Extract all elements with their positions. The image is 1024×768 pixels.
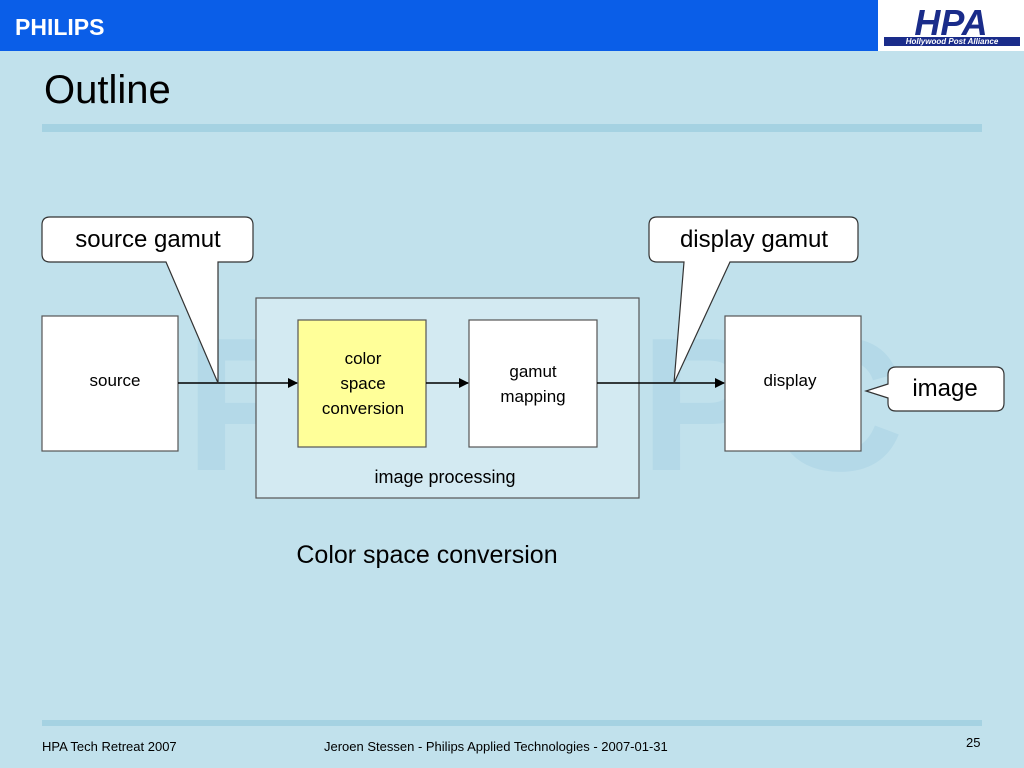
footer-event: HPA Tech Retreat 2007 — [42, 739, 177, 754]
footer-author: Jeroen Stessen - Philips Applied Technol… — [324, 739, 668, 754]
color-space-label-line1: color — [345, 349, 382, 368]
color-space-label-line3: conversion — [322, 399, 404, 418]
source-label: source — [89, 371, 140, 390]
source-gamut-label: source gamut — [75, 226, 221, 253]
image-label: image — [912, 375, 977, 402]
color-space-label-line2: space — [340, 374, 385, 393]
slide-caption: Color space conversion — [296, 541, 557, 569]
display-label: display — [764, 371, 817, 390]
image-processing-label: image processing — [374, 467, 515, 487]
block-diagram: P PC image processing source color space… — [41, 216, 1005, 569]
display-gamut-label: display gamut — [680, 226, 828, 253]
gamut-mapping-block — [468, 319, 598, 448]
gamut-mapping-label-line1: gamut — [509, 362, 557, 381]
page-number: 25 — [966, 735, 981, 750]
gamut-mapping-label-line2: mapping — [500, 387, 565, 406]
footer-divider — [42, 720, 982, 726]
